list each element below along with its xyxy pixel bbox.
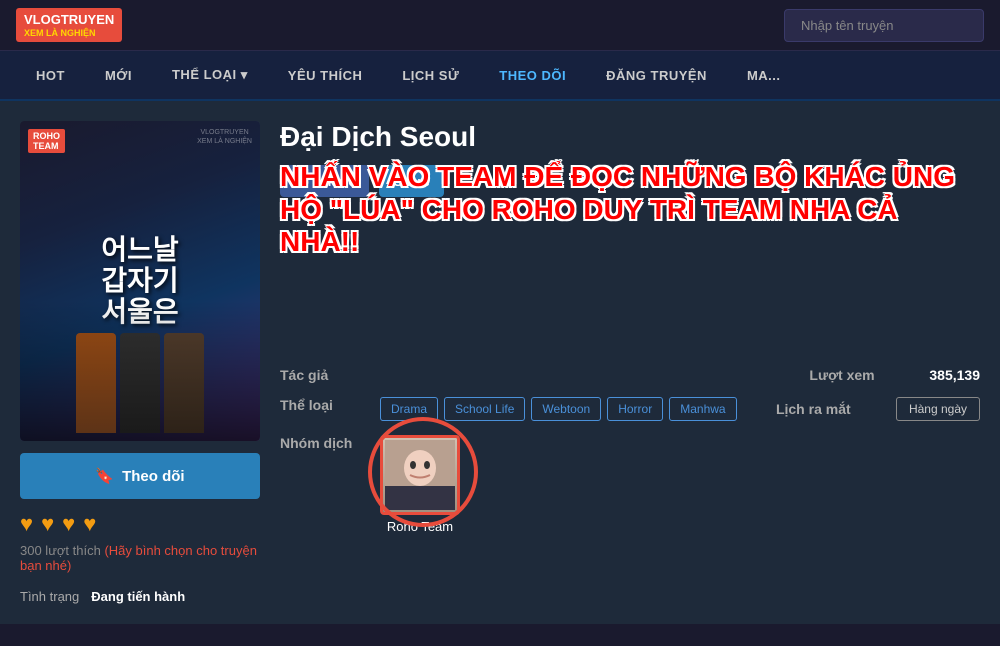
heart-1[interactable]: ♥ bbox=[20, 511, 33, 537]
like-count: 0 bbox=[348, 174, 355, 189]
views-label: Lượt xem bbox=[809, 367, 909, 383]
header: VLOGTRUYEN XEM LÀ NGHIỆN bbox=[0, 0, 1000, 51]
like-button[interactable]: 👍 Like 0 bbox=[280, 165, 369, 197]
views-section: Lượt xem 385,139 bbox=[809, 367, 980, 383]
cover-art: ROHOTEAM VLOGTRUYENXEM LÀ NGHIỆN 어느날갑자기서… bbox=[20, 121, 260, 441]
tag-drama[interactable]: Drama bbox=[380, 397, 438, 421]
character-1 bbox=[76, 333, 116, 433]
release-label: Lịch ra mắt bbox=[776, 401, 876, 417]
rating-count: 300 lượt thích bbox=[20, 543, 101, 558]
heart-3[interactable]: ♥ bbox=[62, 511, 75, 537]
nav-the-loai[interactable]: THỂ LOẠI ▾ bbox=[152, 51, 268, 99]
status-label: Tình trạng bbox=[20, 589, 79, 604]
left-panel: ROHOTEAM VLOGTRUYENXEM LÀ NGHIỆN 어느날갑자기서… bbox=[20, 121, 260, 604]
team-name: Roho Team bbox=[387, 519, 453, 534]
release-section: Lịch ra mắt Hàng ngày bbox=[776, 397, 980, 421]
action-row: 👍 Like 0 Share bbox=[280, 165, 980, 197]
nav-dang-truyen[interactable]: ĐĂNG TRUYỆN bbox=[586, 52, 727, 99]
logo[interactable]: VLOGTRUYEN XEM LÀ NGHIỆN bbox=[16, 8, 122, 42]
team-avatar[interactable] bbox=[380, 435, 460, 515]
character-2 bbox=[120, 333, 160, 433]
tag-manhwa[interactable]: Manhwa bbox=[669, 397, 736, 421]
nav-bar: HOT MỚI THỂ LOẠI ▾ YÊU THÍCH LỊCH SỬ THE… bbox=[0, 51, 1000, 101]
team-badge: ROHOTEAM bbox=[28, 129, 65, 153]
follow-button[interactable]: 🔖 Theo dõi bbox=[20, 453, 260, 499]
like-label: Like bbox=[316, 174, 342, 189]
nav-lich-su[interactable]: LỊCH SỬ bbox=[382, 52, 479, 99]
follow-button-label: Theo dõi bbox=[122, 468, 185, 485]
search-input[interactable] bbox=[784, 9, 984, 42]
team-avatar-image bbox=[383, 438, 457, 512]
nav-ma[interactable]: MA... bbox=[727, 52, 801, 99]
cover-characters bbox=[20, 301, 260, 441]
author-label: Tác giả bbox=[280, 367, 380, 383]
right-panel: Đại Dịch Seoul 👍 Like 0 Share NHẤN VÀO T… bbox=[280, 121, 980, 604]
info-section: Tác giả Lượt xem 385,139 Thể loại Drama … bbox=[280, 367, 980, 534]
views-value: 385,139 bbox=[929, 367, 980, 383]
release-badge: Hàng ngày bbox=[896, 397, 980, 421]
thumbs-up-icon: 👍 bbox=[294, 173, 310, 189]
genre-release-row: Thể loại Drama School Life Webtoon Horro… bbox=[280, 397, 980, 421]
rating-row: ♥ ♥ ♥ ♥ bbox=[20, 511, 260, 537]
tag-school-life[interactable]: School Life bbox=[444, 397, 525, 421]
nav-yeu-thich[interactable]: YÊU THÍCH bbox=[268, 52, 383, 99]
genre-label: Thể loại bbox=[280, 397, 380, 413]
nav-hot[interactable]: HOT bbox=[16, 52, 85, 99]
nav-theo-doi[interactable]: THEO DÕI bbox=[479, 52, 586, 99]
logo-line2: XEM LÀ NGHIỆN bbox=[24, 28, 114, 39]
author-views-row: Tác giả Lượt xem 385,139 bbox=[280, 367, 980, 383]
tag-horror[interactable]: Horror bbox=[607, 397, 663, 421]
status-value: Đang tiến hành bbox=[91, 589, 185, 604]
bookmark-icon: 🔖 bbox=[95, 467, 114, 485]
cover-watermark: VLOGTRUYENXEM LÀ NGHIỆN bbox=[197, 129, 252, 146]
manga-title: Đại Dịch Seoul bbox=[280, 121, 980, 153]
genre-tags: Drama School Life Webtoon Horror Manhwa bbox=[380, 397, 737, 421]
share-button[interactable]: Share bbox=[379, 165, 443, 197]
cover-image: ROHOTEAM VLOGTRUYENXEM LÀ NGHIỆN 어느날갑자기서… bbox=[20, 121, 260, 441]
status-row: Tình trạng Đang tiến hành bbox=[20, 589, 260, 604]
heart-4[interactable]: ♥ bbox=[83, 511, 96, 537]
main-content: ROHOTEAM VLOGTRUYENXEM LÀ NGHIỆN 어느날갑자기서… bbox=[0, 101, 1000, 624]
share-label: Share bbox=[393, 174, 429, 189]
team-section[interactable]: Roho Team bbox=[380, 435, 460, 534]
team-avatar-svg bbox=[385, 440, 455, 510]
tag-webtoon[interactable]: Webtoon bbox=[531, 397, 601, 421]
rating-text: 300 lượt thích (Hãy bình chọn cho truyện… bbox=[20, 543, 260, 573]
team-label: Nhóm dịch bbox=[280, 435, 380, 451]
logo-box[interactable]: VLOGTRUYEN XEM LÀ NGHIỆN bbox=[16, 8, 122, 42]
nav-moi[interactable]: MỚI bbox=[85, 52, 152, 99]
heart-2[interactable]: ♥ bbox=[41, 511, 54, 537]
team-row: Nhóm dịch bbox=[280, 435, 980, 534]
logo-line1: VLOGTRUYEN bbox=[24, 12, 114, 28]
character-3 bbox=[164, 333, 204, 433]
